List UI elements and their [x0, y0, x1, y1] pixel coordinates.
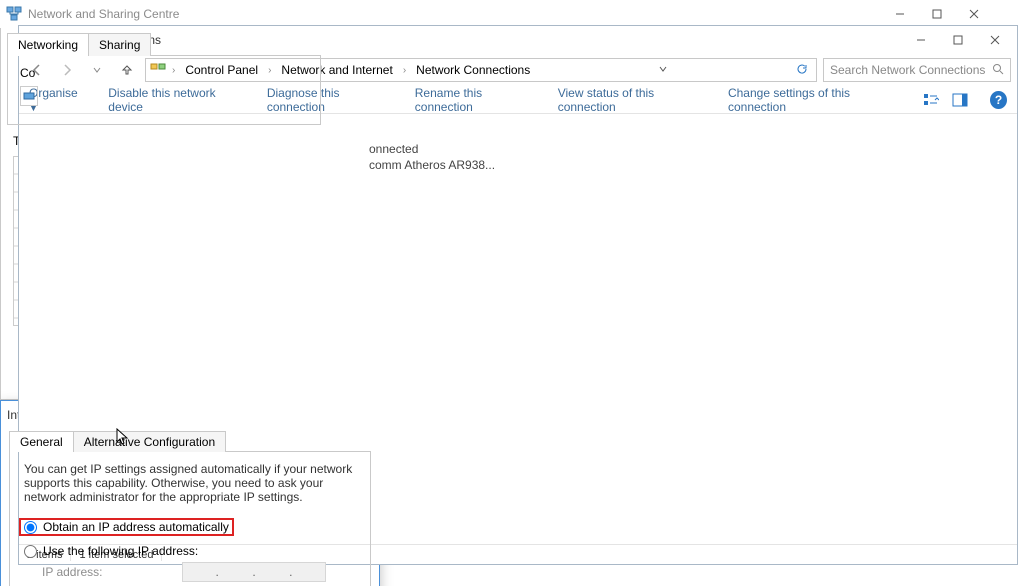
search-icon [992, 63, 1004, 78]
view-status-button[interactable]: View status of this connection [558, 86, 706, 114]
window-title: Network and Sharing Centre [28, 7, 179, 21]
preview-pane-button[interactable] [951, 91, 968, 109]
rename-connection-button[interactable]: Rename this connection [415, 86, 536, 114]
search-input[interactable]: Search Network Connections [823, 58, 1011, 82]
network-icon [6, 6, 22, 22]
chevron-right-icon[interactable]: › [401, 65, 408, 76]
obtain-ip-auto-label: Obtain an IP address automatically [43, 520, 229, 534]
connect-using-fragment: Co [20, 66, 35, 80]
refresh-icon[interactable] [792, 63, 812, 78]
use-following-ip-radio[interactable] [24, 545, 37, 558]
obtain-ip-auto-option[interactable]: Obtain an IP address automatically [19, 518, 234, 536]
tab-general[interactable]: General [9, 431, 74, 452]
change-settings-button[interactable]: Change settings of this connection [728, 86, 900, 114]
close-button[interactable] [955, 3, 992, 25]
maximize-button[interactable] [939, 29, 976, 51]
adapter-icon-box [20, 86, 38, 106]
help-button[interactable]: ? [990, 91, 1007, 109]
search-placeholder: Search Network Connections [830, 63, 985, 77]
minimize-button[interactable] [902, 29, 939, 51]
crumb-network-connections[interactable]: Network Connections [412, 63, 534, 77]
maximize-button[interactable] [918, 3, 955, 25]
use-following-ip-label: Use the following IP address: [43, 544, 198, 558]
tab-sharing[interactable]: Sharing [88, 33, 151, 56]
intro-text: You can get IP settings assigned automat… [24, 462, 356, 504]
view-options-button[interactable] [922, 91, 939, 109]
tab-alternative-config[interactable]: Alternative Configuration [73, 431, 226, 452]
ip-address-field: ... [182, 562, 326, 582]
ip-address-label: IP address: [42, 565, 182, 579]
dropdown-icon[interactable] [654, 63, 672, 77]
use-following-ip-option[interactable]: Use the following IP address: [24, 544, 356, 558]
network-sharing-centre-window: Network and Sharing Centre [0, 0, 996, 28]
close-button[interactable] [976, 29, 1013, 51]
minimize-button[interactable] [881, 3, 918, 25]
adapter-partial-text: onnected comm Atheros AR938... [369, 141, 495, 173]
obtain-ip-auto-radio[interactable] [24, 521, 37, 534]
tab-networking[interactable]: Networking [7, 33, 89, 56]
